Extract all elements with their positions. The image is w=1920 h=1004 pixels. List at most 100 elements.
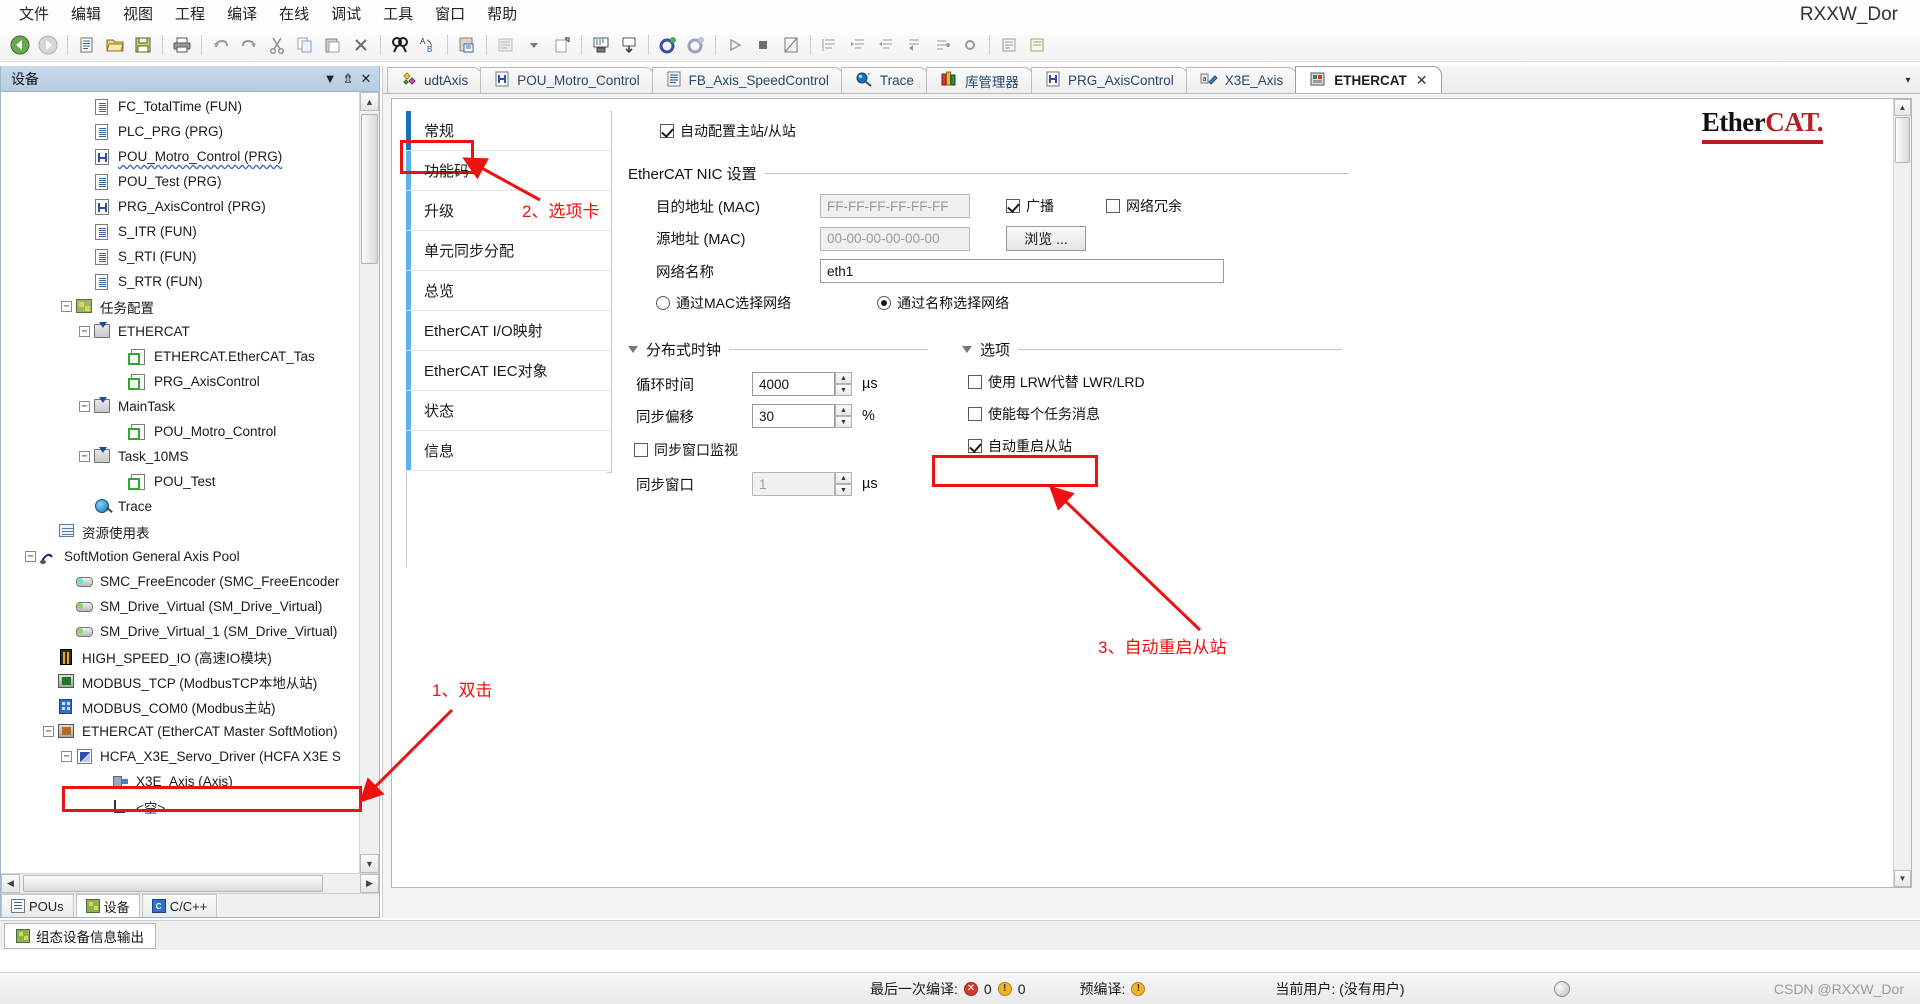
- tree-expander[interactable]: −: [25, 551, 36, 562]
- scroll-thumb-horizontal[interactable]: [23, 875, 323, 892]
- tree-node[interactable]: SMC_FreeEncoder (SMC_FreeEncoder: [1, 569, 379, 594]
- source-mac-input[interactable]: 00-00-00-00-00-00: [820, 226, 970, 251]
- build-icon[interactable]: [494, 33, 518, 57]
- tree-node[interactable]: − ETHERCAT: [1, 319, 379, 344]
- menu-item-build[interactable]: 编译: [216, 0, 268, 27]
- scroll-left-icon[interactable]: ◀: [1, 874, 20, 893]
- editor-tab-ethercat[interactable]: ETHERCAT ✕: [1295, 66, 1442, 93]
- tree-node[interactable]: <空>: [1, 794, 379, 819]
- paste-special-icon[interactable]: [455, 33, 479, 57]
- tree-node[interactable]: S_RTR (FUN): [1, 269, 379, 294]
- find-icon[interactable]: [388, 33, 412, 57]
- editor-tab-pou_motro_control[interactable]: POU_Motro_Control: [480, 67, 654, 93]
- editor-tab-udtaxis[interactable]: udtAxis: [387, 67, 483, 93]
- print-icon[interactable]: [170, 33, 194, 57]
- write-values-icon[interactable]: [997, 33, 1021, 57]
- build-dropdown-icon[interactable]: [522, 33, 546, 57]
- tree-node[interactable]: S_RTI (FUN): [1, 244, 379, 269]
- config-category-4[interactable]: 总览: [406, 271, 610, 311]
- login-icon[interactable]: [589, 33, 613, 57]
- tree-node[interactable]: X3E_Axis (Axis): [1, 769, 379, 794]
- tree-node[interactable]: − SoftMotion General Axis Pool: [1, 544, 379, 569]
- device-tree-vertical-scrollbar[interactable]: ▲ ▼: [359, 92, 379, 873]
- tree-node[interactable]: − 任务配置: [1, 294, 379, 319]
- tree-node[interactable]: FC_TotalTime (FUN): [1, 94, 379, 119]
- select-by-name-radio[interactable]: 通过名称选择网络: [877, 293, 1009, 313]
- scroll-thumb-vertical[interactable]: [361, 114, 378, 264]
- checkbox-box[interactable]: [660, 124, 674, 138]
- tree-node[interactable]: SM_Drive_Virtual_1 (SM_Drive_Virtual): [1, 619, 379, 644]
- copy-icon[interactable]: [293, 33, 317, 57]
- collapse-triangle-icon[interactable]: [962, 346, 972, 353]
- tree-node[interactable]: MODBUS_TCP (ModbusTCP本地从站): [1, 669, 379, 694]
- editor-tab-prg_axiscontrol[interactable]: PRG_AxisControl: [1030, 67, 1188, 93]
- sync-window-monitoring-checkbox[interactable]: 同步窗口监视: [634, 440, 738, 460]
- checkbox-box[interactable]: [634, 443, 648, 457]
- breakpoint-icon[interactable]: [958, 33, 982, 57]
- sync-window-input[interactable]: 1: [752, 472, 835, 496]
- tree-node[interactable]: PRG_AxisControl (PRG): [1, 194, 379, 219]
- option-checkbox-0[interactable]: 使用 LRW代替 LWR/LRD: [968, 372, 1145, 392]
- step-out-icon[interactable]: [874, 33, 898, 57]
- editor-tab-trace[interactable]: Trace: [840, 67, 928, 93]
- config-category-1[interactable]: 功能码: [406, 151, 610, 191]
- tree-node[interactable]: Trace: [1, 494, 379, 519]
- network-name-input[interactable]: eth1: [820, 259, 1224, 283]
- paste-icon[interactable]: [321, 33, 345, 57]
- radio-circle[interactable]: [877, 296, 892, 310]
- menu-item-online[interactable]: 在线: [268, 0, 320, 27]
- tree-node[interactable]: 资源使用表: [1, 519, 379, 544]
- editor-tab-[interactable]: 库管理器: [925, 67, 1033, 93]
- tree-node[interactable]: PRG_AxisControl: [1, 369, 379, 394]
- step-over-icon[interactable]: [818, 33, 842, 57]
- close-icon[interactable]: ✕: [1416, 72, 1428, 89]
- open-folder-icon[interactable]: [103, 33, 127, 57]
- tree-node[interactable]: POU_Motro_Control: [1, 419, 379, 444]
- replace-icon[interactable]: AB: [416, 33, 440, 57]
- spinner-buttons[interactable]: ▲ ▼: [835, 404, 852, 428]
- stop-icon[interactable]: [751, 33, 775, 57]
- close-icon[interactable]: ✕: [357, 70, 375, 88]
- dest-mac-input[interactable]: FF-FF-FF-FF-FF-FF: [820, 194, 970, 218]
- chevron-down-icon[interactable]: ▾: [1900, 72, 1916, 88]
- config-category-6[interactable]: EtherCAT IEC对象: [406, 351, 610, 391]
- editor-tab-x3e_axis[interactable]: a X3E_Axis: [1185, 67, 1298, 93]
- scroll-right-icon[interactable]: ▶: [360, 874, 379, 893]
- scroll-down-icon[interactable]: ▼: [1894, 870, 1911, 887]
- document-vertical-scrollbar[interactable]: ▲ ▼: [1893, 99, 1911, 887]
- redo-icon[interactable]: [237, 33, 261, 57]
- spinner-down-icon[interactable]: ▼: [835, 416, 852, 428]
- checkbox-box[interactable]: [1106, 199, 1120, 213]
- tree-node[interactable]: − Task_10MS: [1, 444, 379, 469]
- sync-offset-spinner[interactable]: 30 ▲ ▼: [752, 404, 852, 428]
- cut-icon[interactable]: [265, 33, 289, 57]
- undo-icon[interactable]: [209, 33, 233, 57]
- menu-item-window[interactable]: 窗口: [424, 0, 476, 27]
- option-checkbox-1[interactable]: 使能每个任务消息: [968, 404, 1100, 424]
- tree-expander[interactable]: −: [61, 751, 72, 762]
- checkbox-box[interactable]: [968, 407, 982, 421]
- tree-node[interactable]: POU_Test: [1, 469, 379, 494]
- set-next-statement-icon[interactable]: [930, 33, 954, 57]
- spinner-up-icon[interactable]: ▲: [835, 372, 852, 384]
- sync-offset-input[interactable]: 30: [752, 404, 835, 428]
- back-icon[interactable]: [8, 33, 32, 57]
- config-category-5[interactable]: EtherCAT I/O映射: [406, 311, 610, 351]
- menu-item-tools[interactable]: 工具: [372, 0, 424, 27]
- scroll-thumb-vertical[interactable]: [1895, 117, 1910, 163]
- single-cycle-icon[interactable]: [779, 33, 803, 57]
- force-values-icon[interactable]: [1025, 33, 1049, 57]
- tree-expander[interactable]: −: [79, 451, 90, 462]
- config-category-3[interactable]: 单元同步分配: [406, 231, 610, 271]
- device-tree-horizontal-scrollbar[interactable]: ◀ ▶: [1, 873, 379, 893]
- tree-node[interactable]: HIGH_SPEED_IO (高速IO模块): [1, 644, 379, 669]
- tree-expander[interactable]: −: [79, 401, 90, 412]
- option-checkbox-2[interactable]: 自动重启从站: [968, 436, 1072, 456]
- tree-node[interactable]: − MainTask: [1, 394, 379, 419]
- new-file-icon[interactable]: [75, 33, 99, 57]
- dropdown-icon[interactable]: ▼: [321, 70, 339, 88]
- menu-item-file[interactable]: 文件: [8, 0, 60, 27]
- forward-icon[interactable]: [36, 33, 60, 57]
- tree-node[interactable]: SM_Drive_Virtual (SM_Drive_Virtual): [1, 594, 379, 619]
- delete-icon[interactable]: [349, 33, 373, 57]
